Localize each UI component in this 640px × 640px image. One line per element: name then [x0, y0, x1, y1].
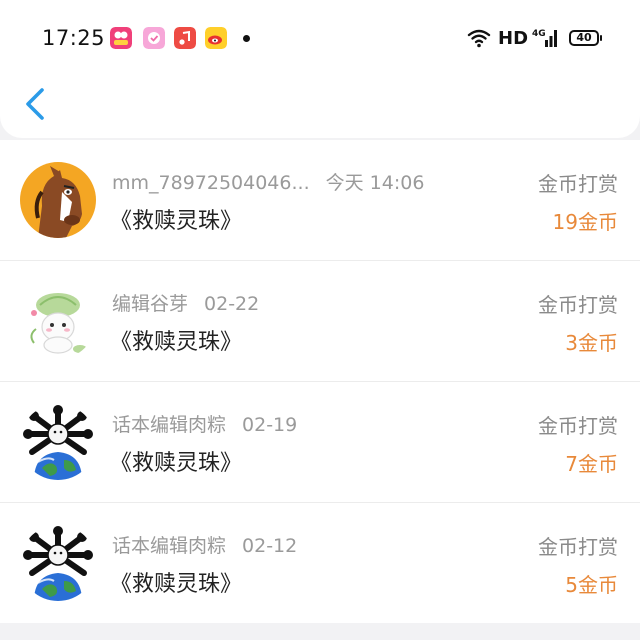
bunny-avatar[interactable] — [20, 283, 96, 359]
reward-type: 金币打赏 — [538, 293, 618, 317]
music-app-icon — [174, 27, 196, 49]
horse-avatar[interactable] — [20, 162, 96, 238]
signal-icon: 4G — [532, 29, 557, 47]
book-title: 《救赎灵珠》 — [110, 209, 243, 234]
chevron-left-icon[interactable] — [22, 86, 50, 122]
list-item[interactable]: mm_78972504046... 今天 14:06 《救赎灵珠》 金币打赏 19… — [0, 140, 640, 260]
book-title: 《救赎灵珠》 — [110, 330, 243, 355]
list-item[interactable]: 话本编辑肉粽 02-12 《救赎灵珠》 金币打赏 5金币 — [0, 502, 640, 623]
user-name: 话本编辑肉粽 — [112, 414, 227, 436]
book-title: 《救赎灵珠》 — [110, 572, 243, 597]
status-bar: 17:25 HD 4G 40 — [0, 0, 640, 80]
item-date: 02-19 — [242, 414, 298, 436]
item-date: 02-12 — [242, 535, 298, 557]
wifi-icon — [467, 29, 491, 48]
notification-dot — [243, 35, 250, 42]
reward-amount: 19金币 — [552, 210, 618, 234]
reward-list: mm_78972504046... 今天 14:06 《救赎灵珠》 金币打赏 19… — [0, 140, 640, 623]
list-item[interactable]: 编辑谷芽 02-22 《救赎灵珠》 金币打赏 3金币 — [0, 260, 640, 381]
item-date: 今天 14:06 — [325, 172, 425, 194]
reward-type: 金币打赏 — [538, 414, 618, 438]
battery-level: 40 — [576, 31, 592, 44]
battery-tip — [600, 35, 602, 41]
app-icon-red — [110, 27, 132, 49]
reward-amount: 5金币 — [565, 573, 618, 597]
reward-type: 金币打赏 — [538, 535, 618, 559]
user-name: mm_78972504046... — [112, 172, 310, 194]
item-meta: 编辑谷芽 02-22 — [112, 289, 259, 316]
signal-label: 4G — [532, 29, 546, 39]
globe-avatar[interactable] — [20, 404, 96, 480]
list-item[interactable]: 话本编辑肉粽 02-19 《救赎灵珠》 金币打赏 7金币 — [0, 381, 640, 502]
battery-icon: 40 — [569, 30, 599, 46]
user-name: 话本编辑肉粽 — [112, 535, 227, 557]
network-type-label: HD — [498, 28, 529, 49]
item-meta: 话本编辑肉粽 02-19 — [112, 410, 297, 437]
top-header: 17:25 HD 4G 40 — [0, 0, 640, 138]
globe-avatar[interactable] — [20, 525, 96, 601]
app-icon-pink — [143, 27, 165, 49]
status-time: 17:25 — [42, 26, 106, 50]
item-meta: 话本编辑肉粽 02-12 — [112, 531, 297, 558]
item-meta: mm_78972504046... 今天 14:06 — [112, 168, 424, 195]
book-title: 《救赎灵珠》 — [110, 451, 243, 476]
weibo-icon — [205, 27, 227, 49]
reward-amount: 7金币 — [565, 452, 618, 476]
item-date: 02-22 — [204, 293, 260, 315]
reward-amount: 3金币 — [565, 331, 618, 355]
user-name: 编辑谷芽 — [112, 293, 189, 315]
reward-type: 金币打赏 — [538, 172, 618, 196]
